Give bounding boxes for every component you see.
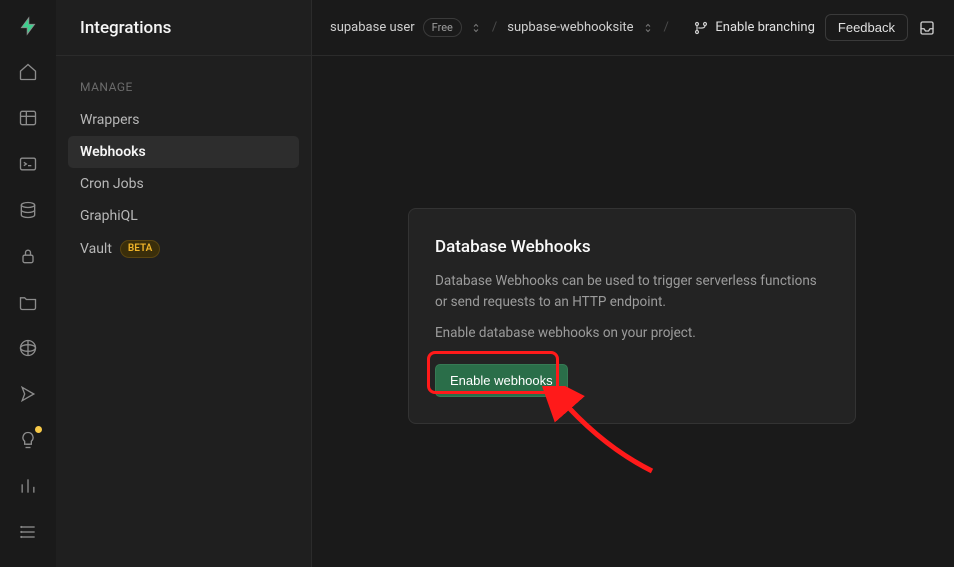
realtime-icon[interactable] bbox=[16, 382, 40, 406]
project-name: supbase-webhooksite bbox=[507, 20, 633, 35]
table-editor-icon[interactable] bbox=[16, 106, 40, 130]
page-title: Integrations bbox=[56, 0, 311, 56]
sidebar-item-webhooks[interactable]: Webhooks bbox=[68, 136, 299, 168]
logs-icon[interactable] bbox=[16, 520, 40, 544]
chevron-up-down-icon bbox=[642, 22, 654, 34]
edge-functions-icon[interactable] bbox=[16, 336, 40, 360]
sidebar-item-vault[interactable]: Vault BETA bbox=[68, 232, 299, 266]
icon-rail bbox=[0, 0, 56, 567]
storage-icon[interactable] bbox=[16, 290, 40, 314]
card-title: Database Webhooks bbox=[435, 237, 829, 257]
sidebar-item-label: Webhooks bbox=[80, 144, 146, 160]
database-icon[interactable] bbox=[16, 198, 40, 222]
project-switcher[interactable]: supbase-webhooksite bbox=[507, 20, 653, 35]
plan-badge: Free bbox=[423, 18, 462, 37]
topbar: supabase user Free / supbase-webhooksite… bbox=[312, 0, 954, 56]
card-hint: Enable database webhooks on your project… bbox=[435, 323, 829, 344]
sidebar-item-graphiql[interactable]: GraphiQL bbox=[68, 200, 299, 232]
breadcrumb-separator: / bbox=[492, 20, 497, 35]
reports-icon[interactable] bbox=[16, 474, 40, 498]
enable-webhooks-button[interactable]: Enable webhooks bbox=[435, 364, 568, 397]
auth-icon[interactable] bbox=[16, 244, 40, 268]
sidebar-item-label: Cron Jobs bbox=[80, 176, 144, 192]
sidebar-item-label: GraphiQL bbox=[80, 208, 138, 224]
org-switcher[interactable]: supabase user Free bbox=[330, 18, 482, 37]
beta-badge: BETA bbox=[120, 240, 160, 258]
enable-branching-button[interactable]: Enable branching bbox=[693, 20, 815, 36]
notification-dot bbox=[35, 426, 42, 433]
sql-editor-icon[interactable] bbox=[16, 152, 40, 176]
sidebar-section-label: MANAGE bbox=[56, 56, 311, 104]
branch-icon bbox=[693, 20, 709, 36]
enable-branching-label: Enable branching bbox=[715, 20, 815, 35]
card-description: Database Webhooks can be used to trigger… bbox=[435, 271, 829, 313]
advisors-icon[interactable] bbox=[16, 428, 40, 452]
content-area: Database Webhooks Database Webhooks can … bbox=[312, 56, 954, 567]
sidebar: Integrations MANAGE Wrappers Webhooks Cr… bbox=[56, 0, 312, 567]
sidebar-item-label: Vault bbox=[80, 241, 112, 257]
webhooks-card: Database Webhooks Database Webhooks can … bbox=[408, 208, 856, 424]
inbox-button[interactable] bbox=[918, 19, 936, 37]
sidebar-item-wrappers[interactable]: Wrappers bbox=[68, 104, 299, 136]
home-icon[interactable] bbox=[16, 60, 40, 84]
sidebar-item-label: Wrappers bbox=[80, 112, 139, 128]
sidebar-item-cron-jobs[interactable]: Cron Jobs bbox=[68, 168, 299, 200]
org-name: supabase user bbox=[330, 20, 415, 35]
main-column: supabase user Free / supbase-webhooksite… bbox=[312, 0, 954, 567]
logo[interactable] bbox=[16, 14, 40, 38]
app-root: Integrations MANAGE Wrappers Webhooks Cr… bbox=[0, 0, 954, 567]
chevron-up-down-icon bbox=[470, 22, 482, 34]
breadcrumb-separator: / bbox=[664, 20, 669, 35]
feedback-button[interactable]: Feedback bbox=[825, 14, 908, 41]
inbox-icon bbox=[918, 19, 936, 37]
